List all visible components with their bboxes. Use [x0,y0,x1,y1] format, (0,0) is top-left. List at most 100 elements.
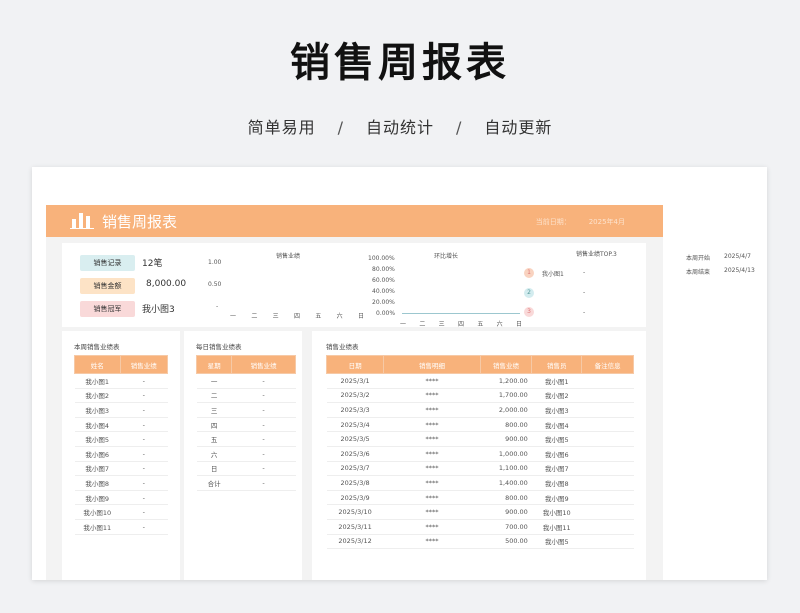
table-row[interactable]: 二- [196,388,296,404]
table-cell[interactable]: 我小图2 [74,388,120,404]
table-cell[interactable]: 1,200.00 [480,373,532,389]
column-header[interactable]: 星期 [195,355,233,374]
table-row[interactable]: 五- [196,431,296,447]
table-cell[interactable]: - [231,373,296,389]
table-cell[interactable] [581,490,634,506]
table-row[interactable]: 日- [196,461,296,477]
table-cell[interactable]: 2025/3/5 [326,431,384,447]
table-row[interactable]: 我小图4- [74,417,168,433]
table-cell[interactable]: - [231,417,296,433]
table-row[interactable]: 合计 - [196,475,296,491]
table-row[interactable]: 我小图10- [74,504,168,520]
table-cell[interactable]: **** [383,534,481,550]
column-header[interactable]: 日期 [325,355,385,374]
table-row[interactable]: 我小图5- [74,431,168,447]
table-cell[interactable]: 我小图10 [74,504,120,520]
table-cell[interactable]: 我小图2 [531,388,582,404]
table-cell[interactable] [581,461,634,477]
table-row[interactable]: 四- [196,417,296,433]
column-header[interactable]: 销售明细 [383,355,481,374]
table-cell[interactable]: 700.00 [480,519,532,535]
table-cell[interactable]: 五 [196,431,232,447]
table-row[interactable]: 2025/3/6 **** 1,000.00 我小图6 [326,446,634,462]
table-cell[interactable]: 900.00 [480,431,532,447]
table-cell[interactable]: 我小图5 [531,431,582,447]
table-cell[interactable] [581,417,634,433]
table-cell[interactable]: 我小图4 [74,417,120,433]
table-cell[interactable]: 2025/3/7 [326,461,384,477]
table-cell[interactable]: - [120,461,168,477]
table-cell[interactable]: - [231,475,296,491]
table-cell[interactable]: 我小图3 [74,402,120,418]
table-cell[interactable]: - [120,475,168,491]
table-cell[interactable] [581,373,634,389]
table-cell[interactable]: **** [383,504,481,520]
table-cell[interactable]: 2025/3/10 [326,504,384,520]
table-cell[interactable]: 1,000.00 [480,446,532,462]
table-cell[interactable]: - [120,431,168,447]
table-cell[interactable]: - [120,490,168,506]
table-cell[interactable]: 我小图10 [531,504,582,520]
table-cell[interactable] [581,446,634,462]
table-row[interactable]: 2025/3/3 **** 2,000.00 我小图3 [326,402,634,418]
table-cell[interactable]: 我小图6 [531,446,582,462]
table-cell[interactable]: 2025/3/9 [326,490,384,506]
table-cell[interactable] [581,475,634,491]
table-cell[interactable] [581,534,634,550]
table-row[interactable]: 2025/3/11 **** 700.00 我小图11 [326,519,634,535]
table-row[interactable]: 我小图6- [74,446,168,462]
table-row[interactable]: 2025/3/8 **** 1,400.00 我小图8 [326,475,634,491]
table-row[interactable]: 我小图2- [74,388,168,404]
table-cell[interactable]: 800.00 [480,417,532,433]
table-cell[interactable]: 1,400.00 [480,475,532,491]
table-cell[interactable]: - [120,388,168,404]
table-cell[interactable]: 我小图9 [74,490,120,506]
table-row[interactable]: 2025/3/4 **** 800.00 我小图4 [326,417,634,433]
table-cell[interactable]: 我小图1 [74,373,120,389]
table-cell[interactable]: 1,700.00 [480,388,532,404]
table-cell[interactable]: **** [383,519,481,535]
table-cell[interactable]: 我小图5 [74,431,120,447]
table-row[interactable]: 三- [196,402,296,418]
table-cell[interactable]: - [231,402,296,418]
table-cell[interactable]: 我小图9 [531,490,582,506]
table-cell[interactable]: 1,100.00 [480,461,532,477]
table-cell[interactable]: 我小图1 [531,373,582,389]
table-cell[interactable]: - [231,446,296,462]
table-cell[interactable]: - [120,446,168,462]
table-cell[interactable]: 2025/3/1 [326,373,384,389]
table-cell[interactable]: 我小图11 [531,519,582,535]
table-cell[interactable]: 四 [196,417,232,433]
table-row[interactable]: 2025/3/10 **** 900.00 我小图10 [326,504,634,520]
table-row[interactable]: 2025/3/7 **** 1,100.00 我小图7 [326,461,634,477]
table-cell[interactable]: 2025/3/11 [326,519,384,535]
table-cell[interactable]: - [231,431,296,447]
table-cell[interactable]: 2,000.00 [480,402,532,418]
table-cell[interactable]: 800.00 [480,490,532,506]
table-cell[interactable]: 900.00 [480,504,532,520]
table-cell[interactable]: 六 [196,446,232,462]
table-row[interactable]: 我小图3- [74,402,168,418]
table-row[interactable]: 2025/3/2 **** 1,700.00 我小图2 [326,388,634,404]
table-cell[interactable] [581,402,634,418]
table-cell[interactable]: - [231,461,296,477]
table-cell[interactable]: 2025/3/3 [326,402,384,418]
table-row[interactable]: 我小图7- [74,461,168,477]
table-cell[interactable]: 我小图11 [74,519,120,535]
table-cell[interactable]: 2025/3/6 [326,446,384,462]
table-cell[interactable]: **** [383,446,481,462]
column-header[interactable]: 销售员 [531,355,583,374]
table-cell[interactable]: - [120,402,168,418]
table-cell[interactable] [581,504,634,520]
table-row[interactable]: 我小图11- [74,519,168,535]
table-cell[interactable]: **** [383,388,481,404]
table-cell[interactable]: - [120,373,168,389]
column-header[interactable]: 备注信息 [581,355,634,374]
table-row[interactable]: 六- [196,446,296,462]
table-cell[interactable]: 我小图7 [74,461,120,477]
table-cell[interactable]: - [120,504,168,520]
table-row[interactable]: 我小图1- [74,373,168,389]
table-cell[interactable]: 2025/3/12 [326,534,384,550]
table-cell[interactable]: 2025/3/2 [326,388,384,404]
table-cell[interactable]: - [231,388,296,404]
